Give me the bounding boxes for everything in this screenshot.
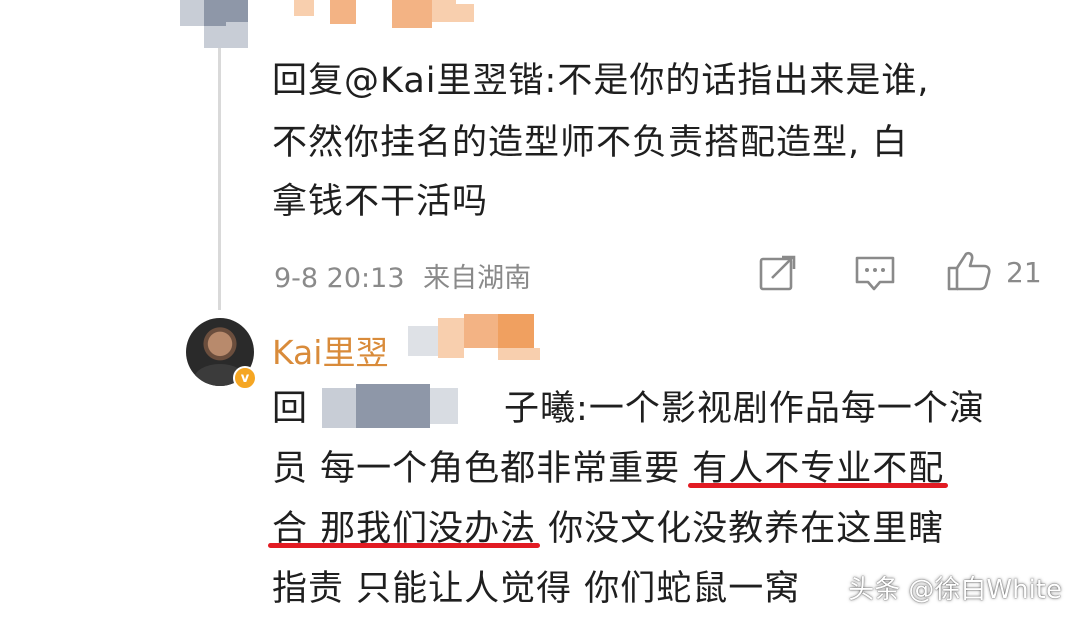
comment2-username[interactable]: Kai里翌 [272,326,388,374]
mosaic-block [204,0,226,26]
mosaic-block [226,22,248,48]
share-icon[interactable] [758,254,798,292]
reply-mention-tail[interactable]: 子曦 [504,389,576,429]
mosaic-block [394,384,430,428]
comment1-meta: 9-8 20:13 来自湖南 [274,256,531,295]
verified-badge-icon: v [233,366,257,390]
comment-icon[interactable] [854,254,896,294]
like-count: 21 [1006,256,1042,289]
watermark: 头条 @徐白White [848,569,1062,606]
reply-prefix: 回 [272,389,309,429]
thread-line [218,40,221,310]
comment1-text: :不是你的话指出来是谁, [544,61,930,101]
mosaic-block [438,318,464,358]
mosaic-block [180,0,204,26]
mosaic-block [432,0,456,22]
comment2-text: 员 每一个角色都非常重要 [272,449,681,489]
mosaic-block [356,384,394,428]
comment1-line3: 拿钱不干活吗 [272,182,489,222]
mosaic-block [498,314,534,348]
mosaic-block [226,0,248,22]
watermark-text: 头条 @徐白White [848,575,1062,605]
comment1-line1: 回复@Kai里翌锴:不是你的话指出来是谁, [272,54,929,108]
reply-prefix: 回复 [272,61,345,101]
mosaic-block [456,4,474,22]
comment2-line4: 指责 只能让人觉得 你们蛇鼠一窝 [272,569,801,609]
comment2-line3: 合 那我们没办法 你没文化没教养在这里瞎 [272,502,944,556]
mention-link[interactable]: @Kai里翌锴 [344,61,545,101]
mosaic-block [322,388,356,428]
mosaic-block [392,0,432,28]
mosaic-block [498,348,540,360]
mosaic-block [408,326,438,356]
like-icon[interactable] [946,250,992,292]
mosaic-block [330,0,356,24]
mosaic-block [204,26,226,48]
mosaic-block [294,0,314,16]
comment1-line2: 不然你挂名的造型师不负责搭配造型, 白 [272,123,909,163]
comment2-text: 你没文化没教养在这里瞎 [548,509,945,549]
comment2-text: :一个影视剧作品每一个演 [576,389,985,429]
comment-time: 9-8 20:13 [274,263,405,294]
highlighted-text: 有人不专业不配 [692,449,945,489]
comment-location: 来自湖南 [423,263,532,294]
comment2-line2: 员 每一个角色都非常重要 有人不专业不配 [272,442,944,496]
highlighted-text: 合 那我们没办法 [272,509,537,549]
mosaic-block [430,388,458,424]
mosaic-block [464,314,498,348]
